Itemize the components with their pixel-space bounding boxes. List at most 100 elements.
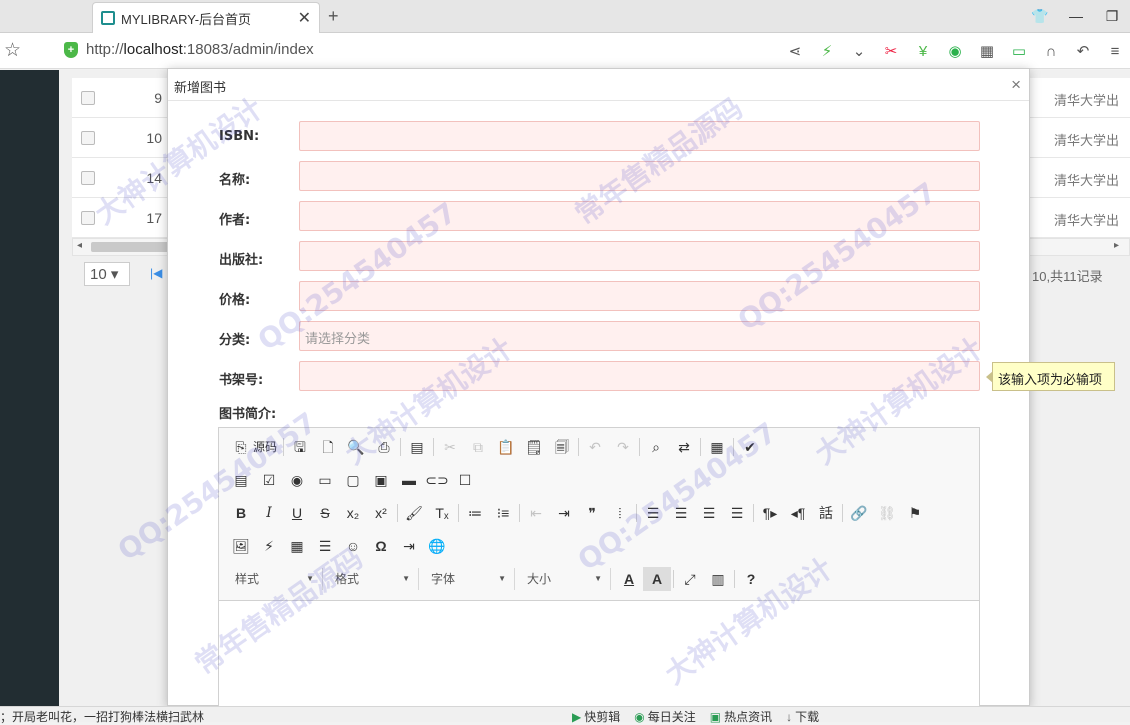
security-shield-icon[interactable]: + [64, 42, 78, 58]
redo-icon[interactable]: ↷ [609, 435, 637, 459]
paste-icon[interactable]: 📋 [492, 435, 520, 459]
save-icon[interactable]: 🖫 [286, 435, 314, 459]
image-icon[interactable]: 🖼 [227, 534, 255, 558]
minimize-icon[interactable]: — [1058, 8, 1094, 24]
align-left-icon[interactable]: ☰ [639, 501, 667, 525]
page-break-icon[interactable]: ⇥ [395, 534, 423, 558]
text-field-icon[interactable]: ▭ [311, 468, 339, 492]
form-icon[interactable]: ▤ [227, 468, 255, 492]
author-input[interactable] [299, 201, 980, 231]
row-checkbox[interactable] [81, 131, 95, 145]
checkbox-icon[interactable]: ☑ [255, 468, 283, 492]
link-icon[interactable]: 🔗 [845, 501, 873, 525]
button-field-icon[interactable]: ▬ [395, 468, 423, 492]
copy-format-icon[interactable]: 🖌 [400, 501, 428, 525]
dialog-close-icon[interactable]: × [1011, 75, 1021, 95]
isbn-input[interactable] [299, 121, 980, 151]
textarea-icon[interactable]: ▢ [339, 468, 367, 492]
new-page-icon[interactable]: 🗋 [314, 435, 342, 459]
help-icon[interactable]: ? [737, 567, 765, 591]
shelf-number-input[interactable] [299, 361, 980, 391]
size-combo[interactable]: 大小 ▼ [519, 568, 611, 590]
scroll-left-icon[interactable]: ◂ [77, 240, 82, 251]
editor-content-area[interactable] [219, 600, 979, 706]
select-all-icon[interactable]: ▦ [703, 435, 731, 459]
bold-icon[interactable]: B [227, 501, 255, 525]
ltr-icon[interactable]: ¶▸ [756, 501, 784, 525]
numbered-list-icon[interactable]: ≔ [461, 501, 489, 525]
source-button[interactable]: 源码 [249, 435, 281, 459]
url-field[interactable]: http://localhost:18083/admin/index [86, 41, 314, 58]
undo-icon[interactable]: ↶ [1072, 42, 1094, 60]
image-button-icon[interactable]: ⊂⊃ [423, 468, 451, 492]
special-char-icon[interactable]: Ω [367, 534, 395, 558]
shirt-icon[interactable]: 👕 [1022, 8, 1058, 25]
row-checkbox[interactable] [81, 91, 95, 105]
chevron-down-icon[interactable]: ⌄ [848, 42, 870, 60]
show-blocks-icon[interactable]: ▥ [704, 567, 732, 591]
preview-icon[interactable]: 🔍 [342, 435, 370, 459]
bookmark-star-icon[interactable]: ☆ [4, 39, 21, 62]
underline-icon[interactable]: U [283, 501, 311, 525]
hot-news-item[interactable]: ▣ 热点资讯 [710, 708, 772, 725]
maximize-icon[interactable]: ⤢ [676, 567, 704, 591]
print-icon[interactable]: ⎙ [370, 435, 398, 459]
horizontal-line-icon[interactable]: ☰ [311, 534, 339, 558]
spellcheck-icon[interactable]: ✔ [736, 435, 764, 459]
indent-icon[interactable]: ⇥ [550, 501, 578, 525]
rtl-icon[interactable]: ◂¶ [784, 501, 812, 525]
undo-icon[interactable]: ↶ [581, 435, 609, 459]
align-center-icon[interactable]: ☰ [667, 501, 695, 525]
price-input[interactable] [299, 281, 980, 311]
daily-follow-item[interactable]: ◉ 每日关注 [634, 708, 696, 725]
align-right-icon[interactable]: ☰ [695, 501, 723, 525]
superscript-icon[interactable]: x² [367, 501, 395, 525]
row-checkbox[interactable] [81, 171, 95, 185]
status-news-text[interactable]: ；开局老叫花，一招打狗棒法横扫武林 [0, 708, 204, 725]
row-checkbox[interactable] [81, 211, 95, 225]
category-select[interactable]: 请选择分类 [299, 321, 980, 351]
browser-tab[interactable]: MYLIBRARY-后台首页 ✕ [92, 2, 320, 33]
styles-combo[interactable]: 样式 ▼ [227, 568, 323, 590]
div-container-icon[interactable]: ⦙ [606, 501, 634, 525]
select-field-icon[interactable]: ▣ [367, 468, 395, 492]
radio-icon[interactable]: ◉ [283, 468, 311, 492]
italic-icon[interactable]: I [255, 501, 283, 525]
wechat-icon[interactable]: ◉ [944, 42, 966, 60]
share-icon[interactable]: ⋖ [784, 42, 806, 60]
unlink-icon[interactable]: ⛓ [873, 501, 901, 525]
paste-text-icon[interactable]: 🗒 [520, 435, 548, 459]
first-page-icon[interactable]: |◀ [150, 266, 162, 280]
flash-icon[interactable]: ⚡ [255, 534, 283, 558]
tab-close-icon[interactable]: ✕ [298, 8, 311, 28]
strikethrough-icon[interactable]: S [311, 501, 339, 525]
iframe-globe-icon[interactable]: 🌐 [423, 534, 451, 558]
yen-shield-icon[interactable]: ¥ [912, 43, 934, 60]
lightning-icon[interactable]: ⚡ [816, 42, 838, 60]
outdent-icon[interactable]: ⇤ [522, 501, 550, 525]
remove-format-icon[interactable]: Tₓ [428, 501, 456, 525]
cut-icon[interactable]: ✂ [436, 435, 464, 459]
bulleted-list-icon[interactable]: ⁝≡ [489, 501, 517, 525]
battery-icon[interactable]: ▭ [1008, 42, 1030, 60]
replace-icon[interactable]: ⇄ [670, 435, 698, 459]
table-icon[interactable]: ▦ [283, 534, 311, 558]
scissors-icon[interactable]: ✂ [880, 42, 902, 60]
page-size-select[interactable]: 10 ▾ [84, 262, 130, 286]
maximize-icon[interactable]: ❐ [1094, 8, 1130, 25]
smiley-icon[interactable]: ☺ [339, 534, 367, 558]
paste-word-icon[interactable]: 🗐 [548, 435, 576, 459]
find-icon[interactable]: ⌕ [642, 435, 670, 459]
menu-icon[interactable]: ≡ [1104, 43, 1126, 60]
new-tab-button[interactable]: + [328, 6, 339, 27]
background-color-icon[interactable]: A [643, 567, 671, 591]
publisher-input[interactable] [299, 241, 980, 271]
templates-icon[interactable]: ▤ [403, 435, 431, 459]
copy-icon[interactable]: ⧉ [464, 435, 492, 459]
scroll-right-icon[interactable]: ▸ [1114, 240, 1119, 251]
subscript-icon[interactable]: x₂ [339, 501, 367, 525]
justify-icon[interactable]: ☰ [723, 501, 751, 525]
text-color-icon[interactable]: A [615, 567, 643, 591]
anchor-flag-icon[interactable]: ⚑ [901, 501, 929, 525]
apps-grid-icon[interactable]: ▦ [976, 42, 998, 60]
